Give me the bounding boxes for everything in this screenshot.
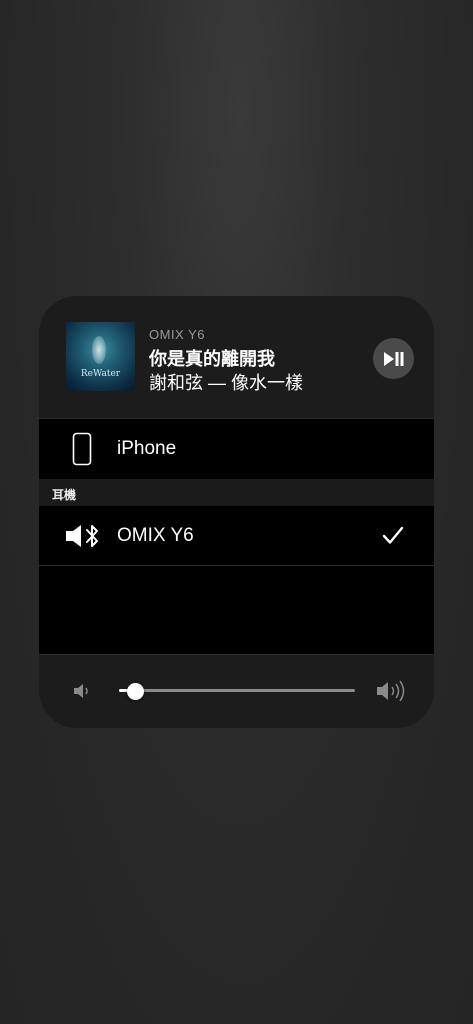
section-header-headphones: 耳機: [39, 479, 434, 506]
volume-low-icon: [74, 684, 88, 698]
speaker-bluetooth-icon: [66, 525, 98, 547]
output-device-name: OMIX Y6: [149, 327, 206, 342]
checkmark-icon: [382, 526, 404, 544]
album-artwork: ReWater: [66, 322, 135, 391]
play-pause-icon: [383, 351, 403, 366]
empty-device-area: [39, 566, 434, 655]
device-row-iphone[interactable]: iPhone: [39, 419, 434, 479]
volume-control: [39, 655, 434, 728]
device-label-omix: OMIX Y6: [117, 525, 194, 546]
device-label-iphone: iPhone: [117, 438, 177, 459]
volume-slider-thumb[interactable]: [127, 683, 145, 700]
iphone-icon: [72, 432, 92, 466]
album-art-text: ReWater: [80, 369, 121, 379]
now-playing-header: ReWater OMIX Y6 你是真的離開我 謝和弦 — 像水一樣: [39, 296, 434, 418]
section-title: 耳機: [52, 488, 77, 502]
play-pause-button[interactable]: [373, 338, 414, 379]
airplay-panel: ReWater OMIX Y6 你是真的離開我 謝和弦 — 像水一樣 iPhon…: [39, 296, 434, 728]
volume-slider-track[interactable]: [119, 689, 355, 692]
device-row-omix[interactable]: OMIX Y6: [39, 506, 434, 565]
song-title: 你是真的離開我: [149, 349, 275, 369]
song-artist-album: 謝和弦 — 像水一樣: [149, 373, 304, 393]
volume-high-icon: [377, 680, 405, 702]
